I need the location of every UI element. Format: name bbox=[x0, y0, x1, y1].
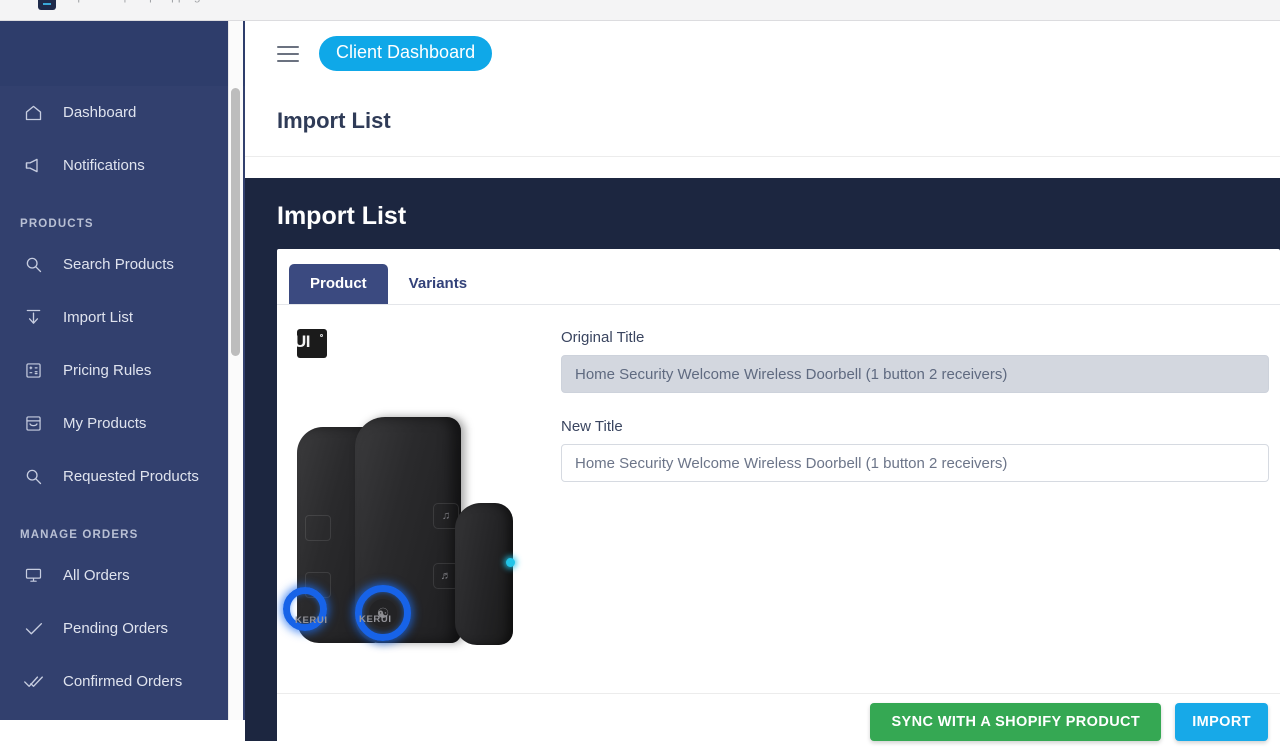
sidebar-item-label: Search Products bbox=[63, 256, 174, 273]
sidebar-item-label: Import List bbox=[63, 309, 134, 326]
original-title-label: Original Title bbox=[561, 329, 645, 346]
dark-panel: Import List Product Variants UI KERUI ♫ … bbox=[245, 178, 1280, 749]
main-content: Client Dashboard Import List Import List… bbox=[245, 21, 1280, 749]
sidebar-section-products: Search Products Import List Pricing Rule… bbox=[0, 238, 245, 503]
hamburger-menu-icon[interactable] bbox=[277, 45, 299, 62]
import-button[interactable]: IMPORT bbox=[1175, 702, 1268, 741]
original-title-field[interactable]: Home Security Welcome Wireless Doorbell … bbox=[561, 355, 1269, 393]
sidebar-item-label: All Orders bbox=[63, 567, 130, 584]
receiver-button-pad bbox=[305, 515, 331, 541]
sidebar-item-search-products[interactable]: Search Products bbox=[0, 238, 245, 291]
browser-tab-title[interactable]: Import List | Dropshipping Platform bbox=[64, 0, 249, 3]
brand-text-center: KERUI bbox=[359, 614, 392, 625]
megaphone-icon bbox=[20, 154, 46, 178]
browser-tab-bar: Import List | Dropshipping Platform … bbox=[0, 0, 1280, 21]
inbox-tray-icon bbox=[20, 412, 46, 436]
new-title-input[interactable]: Home Security Welcome Wireless Doorbell … bbox=[561, 444, 1269, 482]
import-list-card: Product Variants UI KERUI ♫ ♬ ☯ KERUI Or… bbox=[277, 249, 1280, 749]
sidebar-item-label: My Products bbox=[63, 415, 147, 432]
sidebar-section-label-manage-orders: MANAGE ORDERS bbox=[20, 529, 139, 541]
sidebar-brand-area[interactable] bbox=[0, 21, 245, 86]
product-image-column: UI KERUI ♫ ♬ ☯ KERUI bbox=[283, 329, 555, 693]
card-tabs: Product Variants bbox=[277, 249, 1280, 305]
page-header: Import List bbox=[245, 86, 1280, 157]
page-title: Import List bbox=[277, 108, 391, 133]
sidebar-item-my-products[interactable]: My Products bbox=[0, 397, 245, 450]
top-toolbar: Client Dashboard bbox=[245, 21, 1280, 86]
brand-logo-text: UI bbox=[297, 332, 311, 351]
sidebar-item-notifications[interactable]: Notifications bbox=[0, 139, 245, 192]
client-dashboard-badge[interactable]: Client Dashboard bbox=[319, 36, 493, 71]
sidebar-item-dashboard[interactable]: Dashboard bbox=[0, 86, 245, 139]
new-title-label: New Title bbox=[561, 418, 623, 435]
sidebar-item-label: Notifications bbox=[63, 157, 145, 174]
sidebar-item-all-orders[interactable]: All Orders bbox=[0, 549, 245, 602]
sidebar-item-label: Dashboard bbox=[63, 104, 137, 121]
calculator-icon bbox=[20, 359, 46, 383]
home-icon bbox=[20, 101, 46, 125]
sidebar-item-pending-orders[interactable]: Pending Orders bbox=[0, 602, 245, 655]
brand-text-left: KERUI bbox=[295, 615, 328, 626]
magnifier-icon bbox=[20, 465, 46, 489]
sidebar-item-label: Confirmed Orders bbox=[63, 673, 183, 690]
tab-product[interactable]: Product bbox=[289, 264, 388, 304]
product-image[interactable]: KERUI ♫ ♬ ☯ KERUI bbox=[283, 415, 527, 645]
sidebar: Dashboard Notifications PRODUCTS Search … bbox=[0, 21, 245, 720]
registered-mark-icon bbox=[320, 334, 323, 337]
tab-variants[interactable]: Variants bbox=[388, 264, 488, 304]
double-check-icon bbox=[20, 670, 46, 694]
button-led-indicator bbox=[506, 558, 515, 567]
doorbell-push-button bbox=[455, 503, 513, 645]
magnifier-icon bbox=[20, 253, 46, 277]
panel-title: Import List bbox=[277, 202, 407, 230]
sidebar-item-label: Pending Orders bbox=[63, 620, 169, 637]
brand-logo-badge: UI bbox=[297, 329, 327, 358]
sidebar-item-pricing-rules[interactable]: Pricing Rules bbox=[0, 344, 245, 397]
browser-window-controls[interactable]: … bbox=[1250, 0, 1270, 3]
check-icon bbox=[20, 617, 46, 641]
card-body: UI KERUI ♫ ♬ ☯ KERUI Original Title Home… bbox=[277, 305, 1280, 693]
download-arrow-icon bbox=[20, 306, 46, 330]
product-form-column: Original Title Home Security Welcome Wir… bbox=[555, 329, 1280, 693]
sync-with-shopify-product-button[interactable]: SYNC WITH A SHOPIFY PRODUCT bbox=[870, 702, 1162, 741]
sidebar-nav-scroll: Dashboard Notifications PRODUCTS Search … bbox=[0, 86, 245, 720]
sidebar-section-label-products: PRODUCTS bbox=[20, 218, 94, 230]
card-footer: SYNC WITH A SHOPIFY PRODUCT IMPORT bbox=[277, 693, 1280, 749]
sidebar-item-label: Pricing Rules bbox=[63, 362, 152, 379]
site-favicon bbox=[38, 0, 56, 10]
sidebar-item-requested-products[interactable]: Requested Products bbox=[0, 450, 245, 503]
sidebar-scrollbar-thumb[interactable] bbox=[231, 88, 240, 356]
sidebar-item-confirmed-orders[interactable]: Confirmed Orders bbox=[0, 655, 245, 708]
monitor-icon bbox=[20, 564, 46, 588]
sidebar-item-import-list[interactable]: Import List bbox=[0, 291, 245, 344]
sidebar-section-manage-orders: All Orders Pending Orders Confirmed Orde… bbox=[0, 549, 245, 708]
sidebar-item-label: Requested Products bbox=[63, 468, 199, 485]
sidebar-section-main: Dashboard Notifications bbox=[0, 86, 245, 192]
